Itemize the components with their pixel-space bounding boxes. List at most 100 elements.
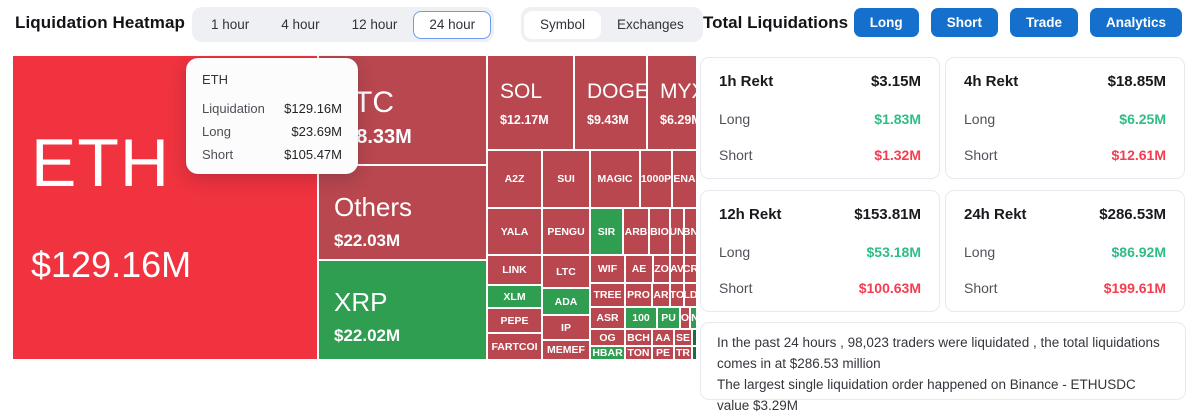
heatmap-cell-pepe[interactable]: PEPE (487, 308, 542, 333)
stat-total-value: $18.85M (1108, 73, 1166, 90)
heatmap-cell-sliver[interactable] (692, 346, 697, 360)
analytics-button[interactable]: Analytics (1090, 8, 1182, 37)
stat-card-12h: 12h Rekt$153.81MLong$53.18MShort$100.63M (700, 190, 940, 312)
heatmap-cell-others[interactable]: Others$22.03M (318, 165, 487, 260)
heatmap-cell-ae[interactable]: AE (625, 255, 653, 283)
heatmap-cell-pu[interactable]: PU (657, 307, 680, 329)
heatmap-cell-bch[interactable]: BCH (625, 329, 652, 346)
heatmap-cell-ip[interactable]: IP (542, 315, 590, 340)
long-button[interactable]: Long (854, 8, 919, 37)
stat-row: Short$1.32M (719, 147, 921, 163)
stat-total-value: $3.15M (871, 73, 921, 90)
time-range-tab-group: 1 hour4 hour12 hour24 hour (192, 7, 494, 42)
tooltip-row-label: Long (202, 124, 231, 139)
time-tab-1-hour[interactable]: 1 hour (195, 11, 265, 39)
heatmap-cell-link[interactable]: LINK (487, 255, 542, 285)
tooltip-row-value: $105.47M (284, 147, 342, 162)
cell-symbol: LD (684, 289, 697, 301)
cell-symbol: ZO (654, 263, 669, 275)
heatmap-cell-to[interactable]: TO (670, 283, 684, 307)
cell-symbol: LINK (502, 264, 527, 276)
cell-symbol: PU (661, 312, 676, 324)
cell-symbol: PEPE (500, 315, 528, 327)
heatmap-cell-arb[interactable]: ARB (623, 208, 649, 255)
heatmap-cell-og[interactable]: OG (590, 329, 625, 346)
heatmap-cell-sui[interactable]: SUI (542, 150, 590, 208)
heatmap-cell-1000p[interactable]: 1000P (640, 150, 672, 208)
heatmap-cell-memef[interactable]: MEMEF (542, 340, 590, 360)
heatmap-cell-o[interactable]: O (680, 307, 690, 329)
heatmap-cell-hbar[interactable]: HBAR (590, 346, 625, 360)
stat-long-value: $53.18M (867, 244, 921, 260)
heatmap-cell-pengu[interactable]: PENGU (542, 208, 590, 255)
time-tab-12-hour[interactable]: 12 hour (336, 11, 414, 39)
total-liquidations-title: Total Liquidations (703, 13, 848, 33)
stat-long-value: $6.25M (1119, 111, 1166, 127)
heatmap-cell-bn[interactable]: BN (684, 208, 697, 255)
cell-symbol: OG (599, 332, 615, 344)
heatmap-cell-tr[interactable]: TR (674, 346, 692, 360)
heatmap-cell-ena[interactable]: ENA (672, 150, 697, 208)
heatmap-cell-magic[interactable]: MAGIC (590, 150, 640, 208)
heatmap-cell-yala[interactable]: YALA (487, 208, 542, 255)
heatmap-cell-asr[interactable]: ASR (590, 307, 625, 329)
heatmap-cell-pro[interactable]: PRO (625, 283, 652, 307)
heatmap-cell-cr[interactable]: CR (684, 255, 697, 283)
heatmap-cell-ada[interactable]: ADA (542, 288, 590, 315)
heatmap-cell-zo[interactable]: ZO (653, 255, 670, 283)
heatmap-cell-sir[interactable]: SIR (590, 208, 623, 255)
stat-row: Long$86.92M (964, 244, 1166, 260)
stat-period-label: 24h Rekt (964, 206, 1027, 223)
heatmap-cell-myx[interactable]: MYX$6.29M (647, 55, 697, 150)
short-button[interactable]: Short (931, 8, 998, 37)
heatmap-cell-wif[interactable]: WIF (590, 255, 625, 283)
time-tab-4-hour[interactable]: 4 hour (265, 11, 335, 39)
tooltip-row-label: Liquidation (202, 101, 265, 116)
cell-symbol: CR (684, 263, 697, 275)
heatmap-cell-xrp[interactable]: XRP$22.02M (318, 260, 487, 360)
heatmap-cell-un[interactable]: UN (670, 208, 684, 255)
cell-symbol: Others (334, 192, 486, 223)
eth-hover-tooltip: ETH Liquidation$129.16MLong$23.69MShort$… (186, 58, 358, 174)
cell-symbol: SUI (557, 173, 575, 185)
stat-row: Short$199.61M (964, 280, 1166, 296)
heatmap-cell-av[interactable]: AV (670, 255, 684, 283)
heatmap-cell-100[interactable]: 100 (625, 307, 657, 329)
cell-symbol: TREE (593, 289, 621, 301)
stat-short-label: Short (719, 280, 752, 296)
stat-long-value: $1.83M (874, 111, 921, 127)
tooltip-symbol: ETH (202, 72, 342, 87)
cell-symbol: YALA (501, 226, 529, 238)
cell-value: $22.02M (334, 326, 486, 346)
heatmap-cell-sliver[interactable] (692, 329, 697, 346)
cell-symbol: DOGE (587, 80, 646, 104)
heatmap-cell-ld[interactable]: LD (684, 283, 697, 307)
heatmap-cell-aa[interactable]: AA (652, 329, 674, 346)
top-bar: Liquidation Heatmap 1 hour4 hour12 hour2… (0, 0, 1197, 50)
view-tab-exchanges[interactable]: Exchanges (601, 11, 700, 39)
time-tab-24-hour[interactable]: 24 hour (413, 11, 491, 39)
heatmap-cell-doge[interactable]: DOGE$9.43M (574, 55, 647, 150)
heatmap-cell-fartcoi[interactable]: FARTCOI (487, 333, 542, 360)
heatmap-cell-pe[interactable]: PE (652, 346, 674, 360)
stat-short-value: $12.61M (1112, 147, 1166, 163)
heatmap-cell-tree[interactable]: TREE (590, 283, 625, 307)
liquidation-treemap: ETH$129.16MBTC$28.33MOthers$22.03MXRP$22… (12, 55, 697, 360)
heatmap-cell-bio[interactable]: BIO (649, 208, 670, 255)
heatmap-cell-se[interactable]: SE (674, 329, 692, 346)
cell-symbol: BIO (650, 226, 669, 238)
cell-symbol: IN (690, 312, 697, 324)
cell-symbol: ARB (625, 226, 648, 238)
heatmap-cell-in[interactable]: IN (690, 307, 697, 329)
heatmap-cell-ar[interactable]: AR (652, 283, 670, 307)
heatmap-cell-ltc[interactable]: LTC (542, 255, 590, 288)
stat-row: 24h Rekt$286.53M (964, 206, 1166, 223)
heatmap-cell-sol[interactable]: SOL$12.17M (487, 55, 574, 150)
heatmap-cell-xlm[interactable]: XLM (487, 285, 542, 308)
trade-button[interactable]: Trade (1010, 8, 1078, 37)
view-tab-symbol[interactable]: Symbol (524, 11, 601, 39)
cell-symbol: PE (656, 347, 670, 359)
summary-card: In the past 24 hours , 98,023 traders we… (700, 322, 1186, 400)
heatmap-cell-ton[interactable]: TON (625, 346, 652, 360)
heatmap-cell-a2z[interactable]: A2Z (487, 150, 542, 208)
